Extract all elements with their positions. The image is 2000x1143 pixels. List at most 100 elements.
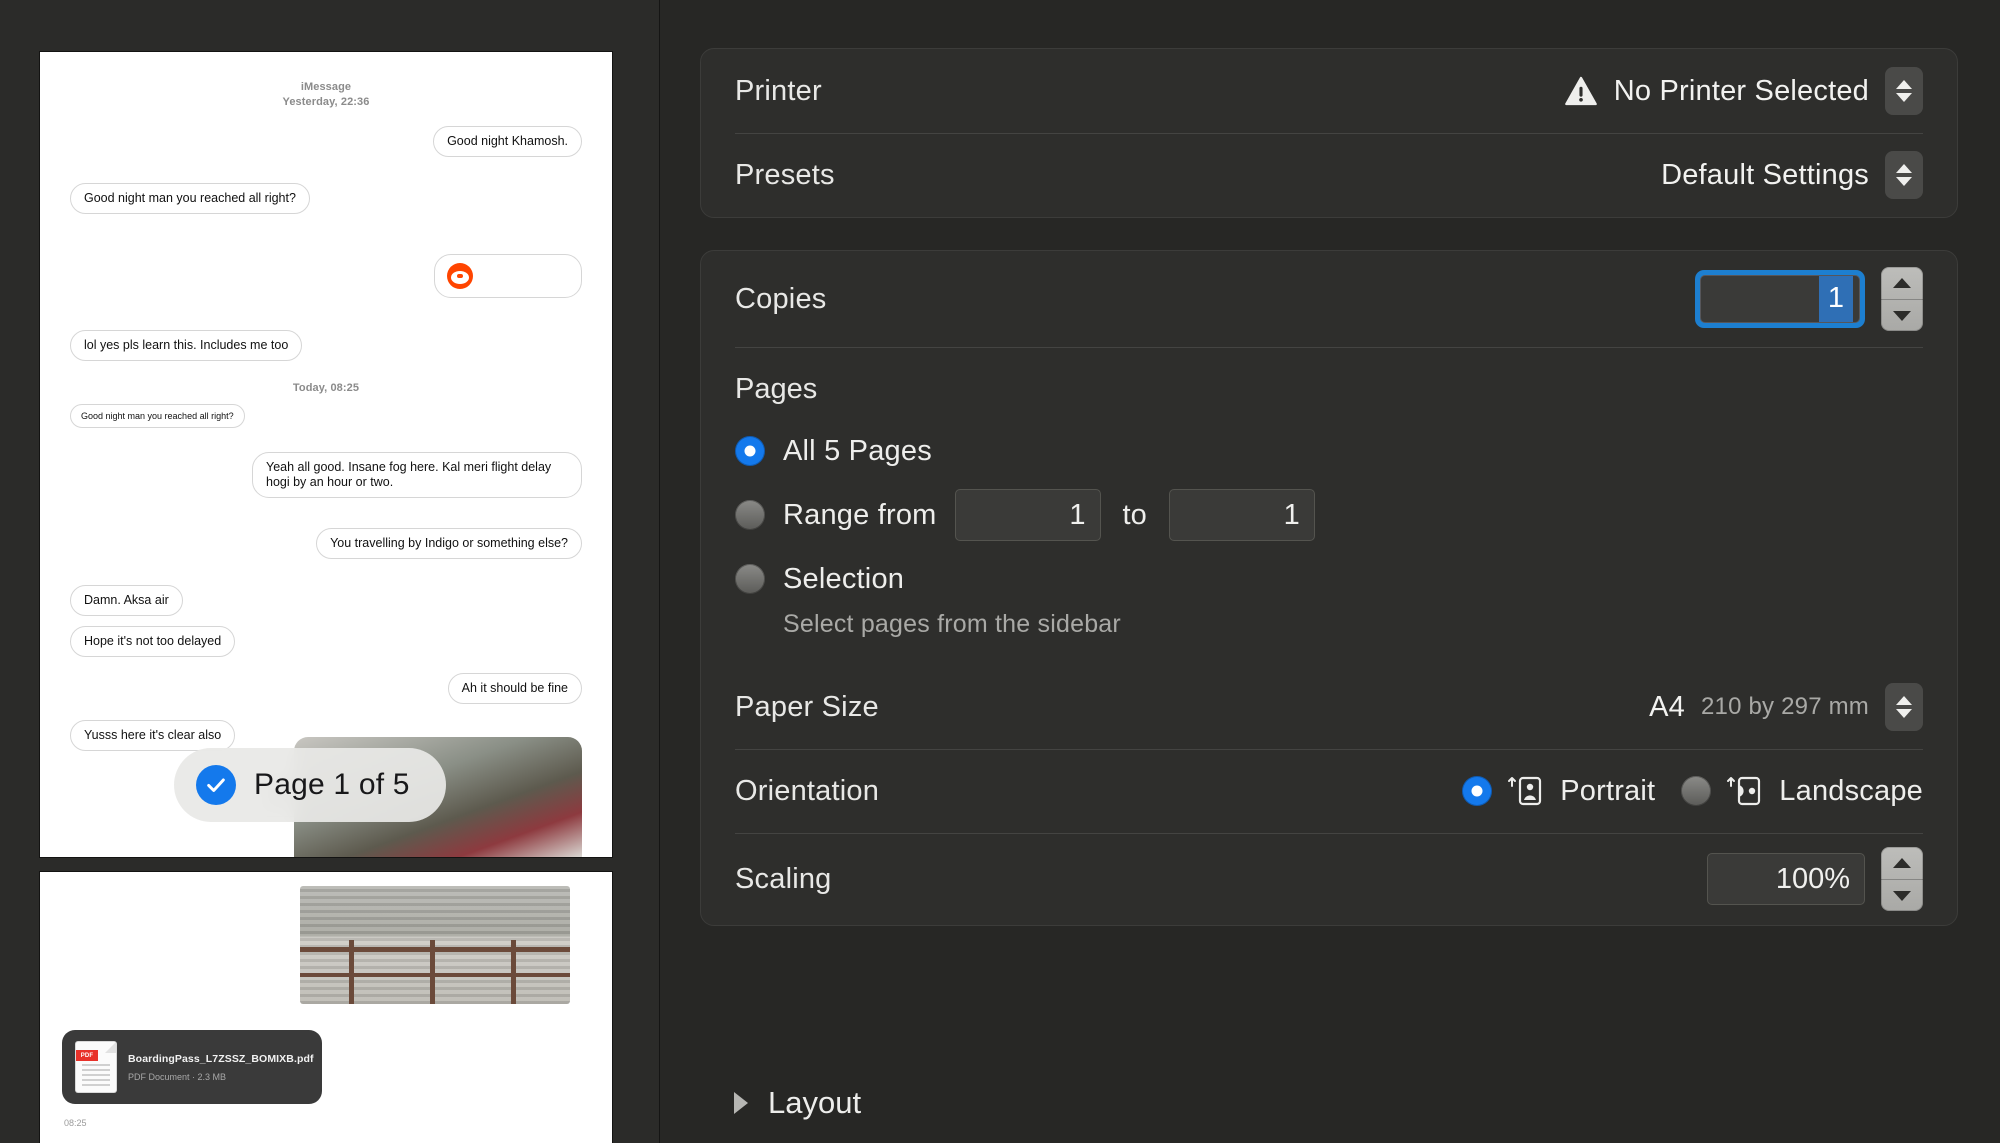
copies-stepper-up[interactable]: [1881, 267, 1923, 299]
conversation-service-label: iMessage: [300, 81, 352, 93]
scaling-label: Scaling: [735, 862, 832, 895]
presets-popup-button[interactable]: [1885, 151, 1923, 199]
scaling-input[interactable]: 100%: [1707, 853, 1865, 905]
copies-value: 1: [1818, 276, 1853, 322]
message-bubble: Yusss here it's clear also: [70, 720, 236, 751]
balcony-photo: [300, 886, 570, 1004]
pdf-badge-label: PDF: [76, 1050, 98, 1061]
message-row: Hope it's not too delayed: [40, 626, 612, 657]
pdf-file-subtitle: PDF Document · 2.3 MB: [128, 1072, 227, 1082]
message-bubble: lol yes pls learn this. Includes me too: [70, 330, 303, 361]
scaling-stepper-down[interactable]: [1881, 879, 1923, 911]
range-from-input[interactable]: 1: [954, 489, 1101, 541]
page-thumbnail-2[interactable]: PDF BoardingPass_L7ZSSZ_BOMIXB.pdf PDF D…: [40, 872, 612, 1143]
page-thumbnail-1[interactable]: iMessage Yesterday, 22:36 Good night Kha…: [40, 52, 612, 857]
message-bubble: Hope it's not too delayed: [70, 626, 236, 657]
print-settings-card: Copies 1 Pages All 5 Pages Range from 1 …: [700, 250, 1958, 926]
radio-selection[interactable]: [735, 564, 765, 594]
message-row: Ah it should be fine: [40, 673, 612, 704]
portrait-label: Portrait: [1560, 774, 1656, 807]
copies-stepper-down[interactable]: [1881, 299, 1923, 331]
check-circle-icon: [196, 765, 236, 805]
copies-label: Copies: [735, 282, 827, 315]
pdf-attachment-card[interactable]: PDF BoardingPass_L7ZSSZ_BOMIXB.pdf PDF D…: [62, 1030, 322, 1104]
railing-bar: [300, 947, 570, 953]
pages-section: Pages All 5 Pages Range from 1 to 1 Sele…: [701, 347, 1957, 665]
scaling-stepper[interactable]: [1881, 847, 1923, 911]
copies-input[interactable]: 1: [1695, 270, 1865, 328]
pdf-file-icon: PDF: [76, 1042, 116, 1092]
paper-size-dimensions: 210 by 297 mm: [1700, 693, 1869, 720]
printer-popup-button[interactable]: [1885, 67, 1923, 115]
document-lines: [82, 1061, 110, 1086]
paper-size-popup-button[interactable]: [1885, 683, 1923, 731]
orientation-portrait-option[interactable]: Portrait: [1462, 774, 1655, 808]
railing-post: [348, 940, 354, 1004]
conversation-mid-timestamp: Today, 08:25: [292, 382, 360, 394]
message-row: You travelling by Indigo or something el…: [40, 528, 612, 559]
presets-value: Default Settings: [1661, 158, 1869, 191]
print-dialog: iMessage Yesterday, 22:36 Good night Kha…: [0, 0, 2000, 1143]
scaling-row[interactable]: Scaling 100%: [701, 833, 1957, 925]
orientation-landscape-option[interactable]: Landscape: [1681, 774, 1923, 808]
pages-label: Pages: [735, 373, 818, 405]
page-indicator-label: Page 1 of 5: [254, 768, 410, 801]
message-bubble: You travelling by Indigo or something el…: [316, 528, 582, 559]
presets-row[interactable]: Presets Default Settings: [701, 133, 1957, 217]
layout-disclosure-row[interactable]: Layout: [734, 1085, 861, 1121]
reddit-icon: [447, 263, 473, 289]
layout-label: Layout: [768, 1085, 862, 1120]
copies-row[interactable]: Copies 1: [701, 251, 1957, 347]
message-timestamp: 08:25: [64, 1118, 87, 1128]
scaling-stepper-up[interactable]: [1881, 847, 1923, 879]
railing-post: [510, 940, 516, 1004]
radio-portrait[interactable]: [1462, 776, 1493, 806]
chevron-right-icon[interactable]: [734, 1092, 748, 1114]
paper-size-value: A4: [1649, 690, 1685, 723]
paper-size-label: Paper Size: [735, 690, 879, 723]
conversation-timestamp: Yesterday, 22:36: [282, 96, 370, 108]
range-to-label: to: [1122, 498, 1147, 531]
pdf-file-name: BoardingPass_L7ZSSZ_BOMIXB.pdf: [128, 1053, 314, 1065]
printer-value: No Printer Selected: [1613, 74, 1869, 107]
selection-label: Selection: [783, 562, 905, 595]
message-bubble: Yeah all good. Insane fog here. Kal meri…: [252, 452, 582, 498]
orientation-row[interactable]: Orientation Portrait Landscape: [701, 749, 1957, 833]
message-row: Good night man you reached all right?: [40, 183, 612, 214]
warning-triangle-icon: [1564, 76, 1597, 106]
railing-bar: [300, 973, 570, 978]
landscape-page-icon: [1727, 776, 1761, 806]
presets-label: Presets: [735, 158, 835, 191]
range-to-input[interactable]: 1: [1168, 489, 1315, 541]
imessage-conversation: iMessage Yesterday, 22:36 Good night Kha…: [40, 52, 612, 857]
message-bubble-attachment: [434, 254, 582, 298]
page-indicator-badge[interactable]: Page 1 of 5: [174, 748, 446, 822]
message-bubble: Good night man you reached all right?: [70, 183, 310, 214]
printer-label: Printer: [735, 74, 822, 107]
message-bubble: Damn. Aksa air: [70, 585, 183, 616]
all-pages-label: All 5 Pages: [783, 434, 932, 467]
radio-range[interactable]: [735, 500, 765, 530]
pages-range-option[interactable]: Range from 1 to 1: [735, 486, 1923, 544]
preview-sidebar[interactable]: iMessage Yesterday, 22:36 Good night Kha…: [0, 0, 660, 1143]
message-row: Yeah all good. Insane fog here. Kal meri…: [40, 452, 612, 498]
portrait-page-icon: [1508, 776, 1542, 806]
message-bubble: Ah it should be fine: [447, 673, 582, 704]
printer-row[interactable]: Printer No Printer Selected: [701, 49, 1957, 133]
selection-hint: Select pages from the sidebar: [783, 610, 1121, 638]
message-row-attachment: [40, 254, 612, 298]
pages-all-option[interactable]: All 5 Pages: [735, 422, 1923, 480]
pages-selection-option[interactable]: Selection: [735, 550, 1923, 608]
range-label: Range from: [783, 498, 937, 531]
copies-stepper[interactable]: [1881, 267, 1923, 331]
pdf-attachment-meta: BoardingPass_L7ZSSZ_BOMIXB.pdf PDF Docum…: [128, 1049, 314, 1085]
message-bubble: Good night Khamosh.: [433, 126, 582, 157]
radio-all-pages[interactable]: [735, 436, 765, 466]
orientation-label: Orientation: [735, 774, 880, 807]
radio-landscape[interactable]: [1681, 776, 1712, 806]
printer-presets-card: Printer No Printer Selected Presets Defa…: [700, 48, 1958, 218]
message-row: Damn. Aksa air: [40, 585, 612, 616]
page-fold: [105, 1042, 116, 1053]
paper-size-row[interactable]: Paper Size A4 210 by 297 mm: [701, 665, 1957, 749]
message-row: lol yes pls learn this. Includes me too: [40, 330, 612, 361]
